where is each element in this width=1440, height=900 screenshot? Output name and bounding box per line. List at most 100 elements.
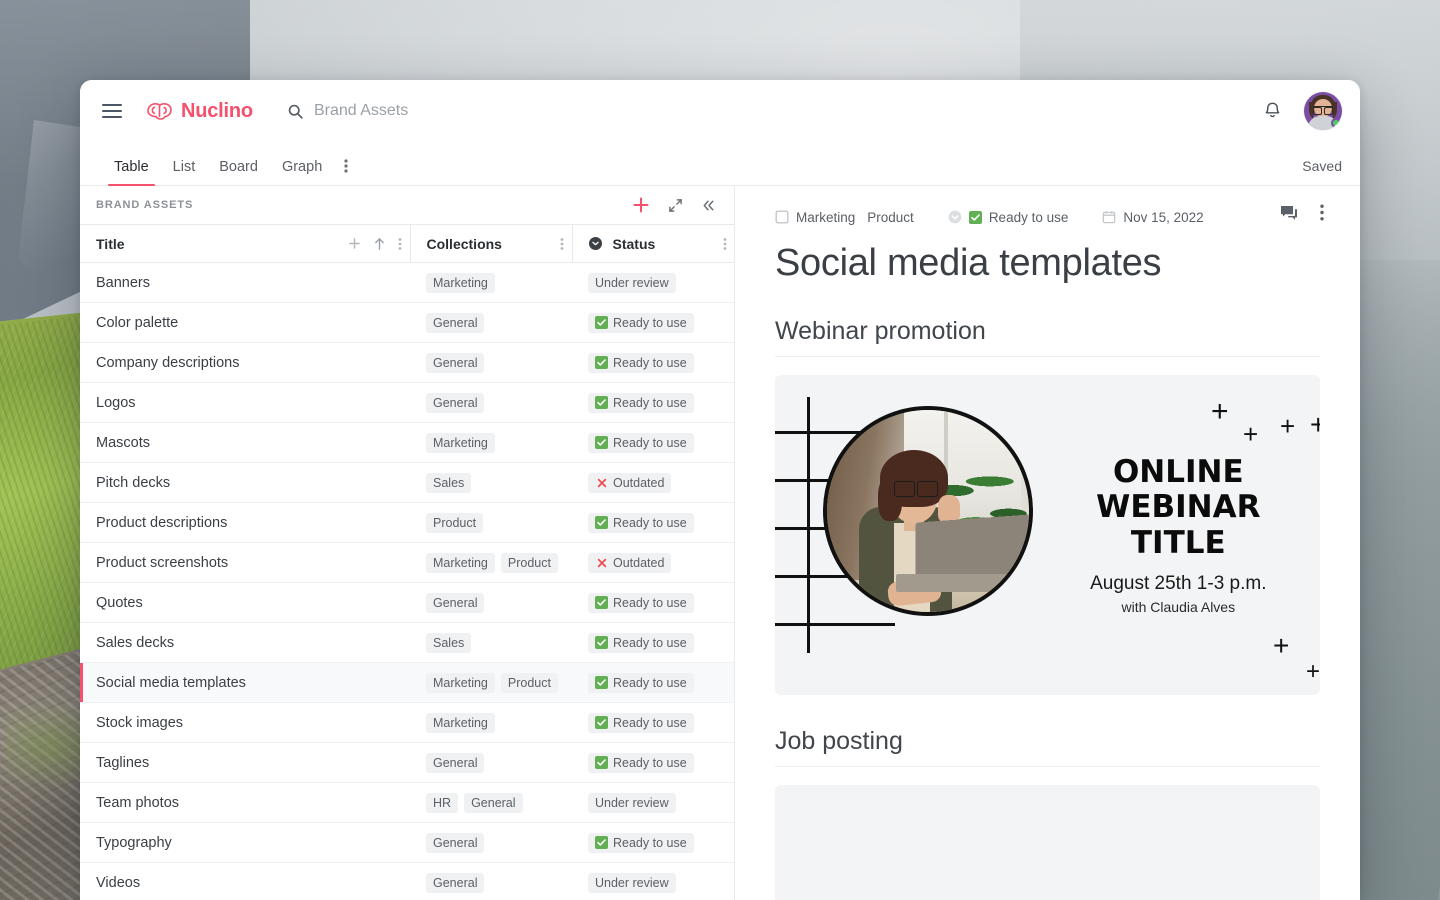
row-collections[interactable]: General	[410, 303, 572, 343]
column-collections-more-vertical-icon[interactable]	[560, 237, 564, 251]
row-status[interactable]: Outdated	[572, 463, 734, 503]
column-header-collections[interactable]: Collections	[410, 224, 573, 263]
save-status: Saved	[1302, 158, 1342, 174]
row-collections[interactable]: HR General	[410, 783, 572, 823]
row-title[interactable]: Company descriptions	[80, 343, 410, 383]
column-header-title[interactable]: Title	[80, 224, 411, 263]
row-status[interactable]: Ready to use	[572, 623, 734, 663]
row-title[interactable]: Banners	[80, 263, 410, 303]
row-collections[interactable]: General	[410, 583, 572, 623]
section-heading-webinar[interactable]: Webinar promotion	[775, 317, 1320, 357]
column-add-icon[interactable]	[348, 237, 361, 250]
row-title[interactable]: Social media templates	[80, 662, 410, 703]
row-status[interactable]: Ready to use	[572, 503, 734, 543]
table-row[interactable]: Social media templates Marketing Product Re…	[80, 662, 734, 703]
chevrons-left-icon[interactable]	[701, 198, 716, 213]
webinar-promotion-image[interactable]: ONLINE WEBINAR TITLE August 25th 1-3 p.m…	[775, 375, 1320, 695]
tab-board[interactable]: Board	[207, 159, 270, 186]
table-scroll-area[interactable]: Title Collections Status Banners Marketi…	[80, 224, 734, 900]
row-status[interactable]: Ready to use	[572, 583, 734, 623]
row-status[interactable]: Ready to use	[572, 423, 734, 463]
meta-status[interactable]: Ready to use	[948, 210, 1068, 225]
row-status[interactable]: Under review	[572, 863, 734, 900]
column-title-more-vertical-icon[interactable]	[398, 237, 402, 251]
hamburger-icon[interactable]	[102, 104, 122, 118]
row-collections[interactable]: Product	[410, 503, 572, 543]
row-collections[interactable]: General	[410, 383, 572, 423]
row-collections[interactable]: Sales	[410, 463, 572, 503]
row-title[interactable]: Typography	[80, 823, 410, 863]
row-collections[interactable]: General	[410, 343, 572, 383]
table-row[interactable]: Logos General Ready to use	[80, 383, 734, 423]
row-collections[interactable]: Marketing	[410, 423, 572, 463]
table-row[interactable]: Videos General Under review	[80, 863, 734, 900]
row-title[interactable]: Logos	[80, 383, 410, 423]
avatar[interactable]	[1304, 92, 1342, 130]
job-posting-image[interactable]	[775, 785, 1320, 900]
row-collections[interactable]: Marketing	[410, 703, 572, 743]
row-title[interactable]: Product screenshots	[80, 543, 410, 583]
table-row[interactable]: Pitch decks Sales Outdated	[80, 463, 734, 503]
row-title[interactable]: Sales decks	[80, 623, 410, 663]
table-row[interactable]: Typography General Ready to use	[80, 823, 734, 863]
page-title[interactable]: Social media templates	[775, 242, 1320, 285]
row-status[interactable]: Ready to use	[572, 383, 734, 423]
table-row[interactable]: Company descriptions General Ready to use	[80, 343, 734, 383]
row-title[interactable]: Videos	[80, 863, 410, 900]
row-title[interactable]: Team photos	[80, 783, 410, 823]
row-title[interactable]: Mascots	[80, 423, 410, 463]
row-status[interactable]: Ready to use	[572, 303, 734, 343]
document-more-vertical-icon[interactable]	[1320, 204, 1324, 221]
row-title[interactable]: Color palette	[80, 303, 410, 343]
section-heading-job-posting[interactable]: Job posting	[775, 727, 1320, 767]
meta-date[interactable]: Nov 15, 2022	[1102, 210, 1204, 225]
row-status[interactable]: Ready to use	[572, 823, 734, 863]
row-collections[interactable]: General	[410, 743, 572, 783]
table-row[interactable]: Color palette General Ready to use	[80, 303, 734, 343]
table-row[interactable]: Stock images Marketing Ready to use	[80, 703, 734, 743]
row-collections[interactable]: Marketing Product	[410, 543, 572, 583]
tab-table[interactable]: Table	[102, 159, 161, 186]
table-row[interactable]: Product screenshots Marketing Product Outda…	[80, 543, 734, 583]
column-sort-arrow-up-icon[interactable]	[373, 237, 386, 251]
row-status[interactable]: Ready to use	[572, 743, 734, 783]
row-collections[interactable]: Marketing	[410, 263, 572, 303]
row-title[interactable]: Taglines	[80, 743, 410, 783]
tab-graph[interactable]: Graph	[270, 159, 334, 186]
table-row[interactable]: Banners Marketing Under review	[80, 263, 734, 303]
row-status[interactable]: Ready to use	[572, 703, 734, 743]
comment-icon[interactable]	[1280, 205, 1298, 221]
row-title[interactable]: Stock images	[80, 703, 410, 743]
row-collections[interactable]: Marketing Product	[410, 663, 572, 703]
row-status[interactable]: Under review	[572, 263, 734, 303]
table-row[interactable]: Sales decks Sales Ready to use	[80, 623, 734, 663]
row-title[interactable]: Product descriptions	[80, 503, 410, 543]
column-header-status[interactable]: Status	[572, 224, 734, 263]
row-status[interactable]: Under review	[572, 783, 734, 823]
row-status[interactable]: Ready to use	[572, 343, 734, 383]
webinar-date: August 25th 1-3 p.m.	[1090, 572, 1267, 594]
table-row[interactable]: Taglines General Ready to use	[80, 743, 734, 783]
table-row[interactable]: Mascots Marketing Ready to use	[80, 423, 734, 463]
table-row[interactable]: Team photos HR General Under review	[80, 783, 734, 823]
search-input[interactable]: Brand Assets	[287, 102, 408, 120]
table-row[interactable]: Product descriptions Product Ready to use	[80, 503, 734, 543]
row-collections[interactable]: General	[410, 863, 572, 900]
row-collections[interactable]: General	[410, 823, 572, 863]
add-item-plus-icon[interactable]	[632, 196, 650, 214]
tabs-more-vertical-icon[interactable]	[334, 158, 358, 185]
expand-icon[interactable]	[668, 198, 683, 213]
brand-logo[interactable]: Nuclino	[144, 100, 253, 123]
meta-collections[interactable]: Marketing Product	[775, 210, 914, 225]
row-status[interactable]: Ready to use	[572, 663, 734, 703]
collection-chips: Marketing	[426, 432, 564, 453]
tab-list[interactable]: List	[161, 159, 208, 186]
row-collections[interactable]: Sales	[410, 623, 572, 663]
row-status[interactable]: Outdated	[572, 543, 734, 583]
bell-icon[interactable]	[1263, 101, 1282, 121]
collection-chips: Marketing Product	[426, 552, 564, 573]
column-status-more-vertical-icon[interactable]	[723, 237, 727, 251]
table-row[interactable]: Quotes General Ready to use	[80, 583, 734, 623]
row-title[interactable]: Pitch decks	[80, 463, 410, 503]
row-title[interactable]: Quotes	[80, 583, 410, 623]
